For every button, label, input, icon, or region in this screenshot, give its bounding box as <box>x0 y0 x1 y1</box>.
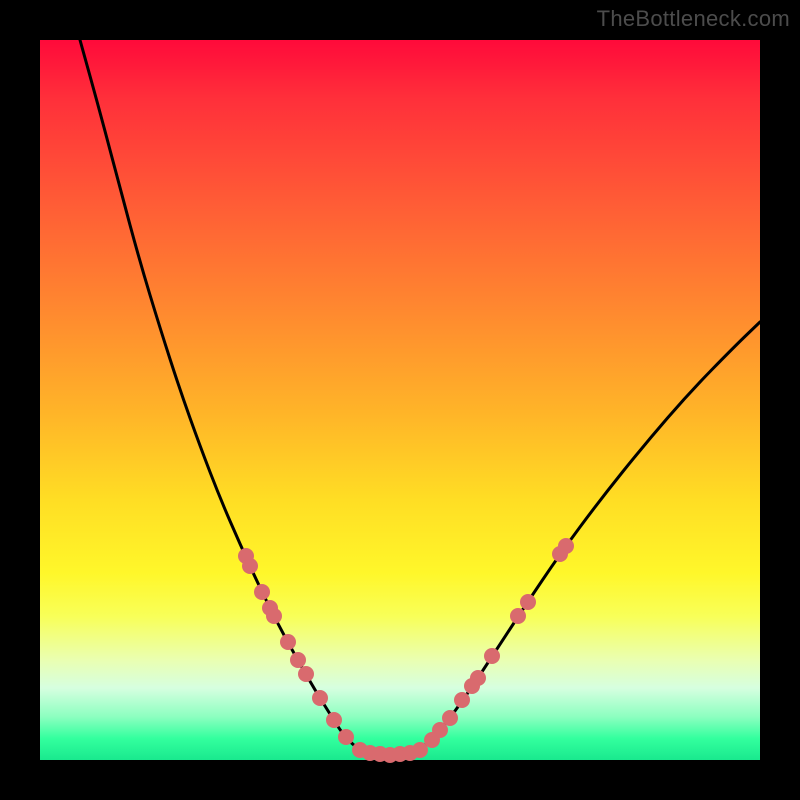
scatter-marker <box>298 666 314 682</box>
scatter-marker <box>510 608 526 624</box>
scatter-marker <box>484 648 500 664</box>
scatter-marker <box>312 690 328 706</box>
scatter-marker <box>242 558 258 574</box>
scatter-marker <box>470 670 486 686</box>
scatter-marker <box>558 538 574 554</box>
scatter-marker <box>280 634 296 650</box>
scatter-marker <box>454 692 470 708</box>
scatter-marker <box>326 712 342 728</box>
scatter-marker <box>338 729 354 745</box>
scatter-marker <box>266 608 282 624</box>
scatter-markers <box>238 538 574 763</box>
left-curve <box>80 40 360 750</box>
scatter-marker <box>290 652 306 668</box>
watermark-text: TheBottleneck.com <box>597 6 790 32</box>
scatter-marker <box>520 594 536 610</box>
scatter-marker <box>254 584 270 600</box>
chart-frame: TheBottleneck.com <box>0 0 800 800</box>
scatter-marker <box>442 710 458 726</box>
curve-svg <box>40 40 760 760</box>
plot-area <box>40 40 760 760</box>
